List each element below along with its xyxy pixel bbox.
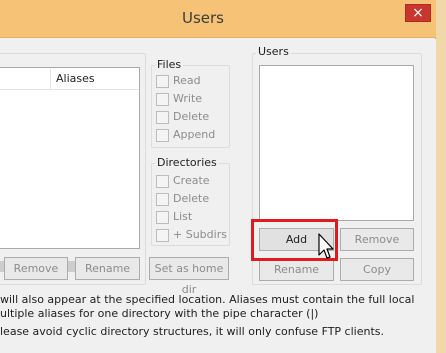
note-line-3: lease avoid cyclic directory structures,… xyxy=(0,325,384,338)
directory-list-header: Aliases xyxy=(0,68,139,90)
users-list[interactable] xyxy=(259,65,414,221)
directory-list[interactable]: Aliases › xyxy=(0,67,140,275)
checkbox-label: Read xyxy=(173,74,201,87)
copy-user-button[interactable]: Copy xyxy=(340,258,414,281)
checkbox-box[interactable] xyxy=(156,111,169,124)
checkbox-label: List xyxy=(173,210,193,223)
title-bar[interactable]: Users × xyxy=(0,0,436,38)
close-icon: × xyxy=(412,5,424,21)
window-title: Users xyxy=(181,9,224,27)
checkbox-box[interactable] xyxy=(156,193,169,206)
checkbox-box[interactable] xyxy=(156,75,169,88)
checkbox-box[interactable] xyxy=(156,175,169,188)
users-window: Users × Aliases › Files Read Write xyxy=(0,0,436,353)
checkbox-label: Create xyxy=(173,174,210,187)
close-button[interactable]: × xyxy=(405,4,431,22)
remove-user-button[interactable]: Remove xyxy=(340,228,414,251)
checkbox-box[interactable] xyxy=(156,93,169,106)
rename-user-button[interactable]: Rename xyxy=(259,258,334,281)
checkbox-box[interactable] xyxy=(156,211,169,224)
remove-directory-button[interactable]: Remove xyxy=(4,257,68,280)
checkbox-label: Delete xyxy=(173,110,210,123)
column-separator[interactable] xyxy=(50,69,51,89)
files-group-label: Files xyxy=(155,58,184,71)
checkbox-box[interactable] xyxy=(156,129,169,142)
rename-directory-button[interactable]: Rename xyxy=(75,257,140,280)
set-home-dir-button[interactable]: Set as home dir xyxy=(149,257,229,296)
checkbox-label: Append xyxy=(173,128,216,141)
column-aliases[interactable]: Aliases xyxy=(56,72,95,85)
checkbox-label: + Subdirs xyxy=(173,228,227,241)
checkbox-label: Write xyxy=(173,92,203,105)
checkbox-label: Delete xyxy=(173,192,210,205)
window-content: Aliases › Files Read Write Delete Append xyxy=(0,39,436,353)
note-line-2: ultiple aliases for one directory with t… xyxy=(0,307,319,320)
note-line-1: will also appear at the specified locati… xyxy=(0,293,415,306)
directories-group-label: Directories xyxy=(155,156,219,169)
checkbox-box[interactable] xyxy=(156,229,169,242)
mouse-cursor-icon xyxy=(318,233,334,259)
users-group-label: Users xyxy=(256,45,291,58)
